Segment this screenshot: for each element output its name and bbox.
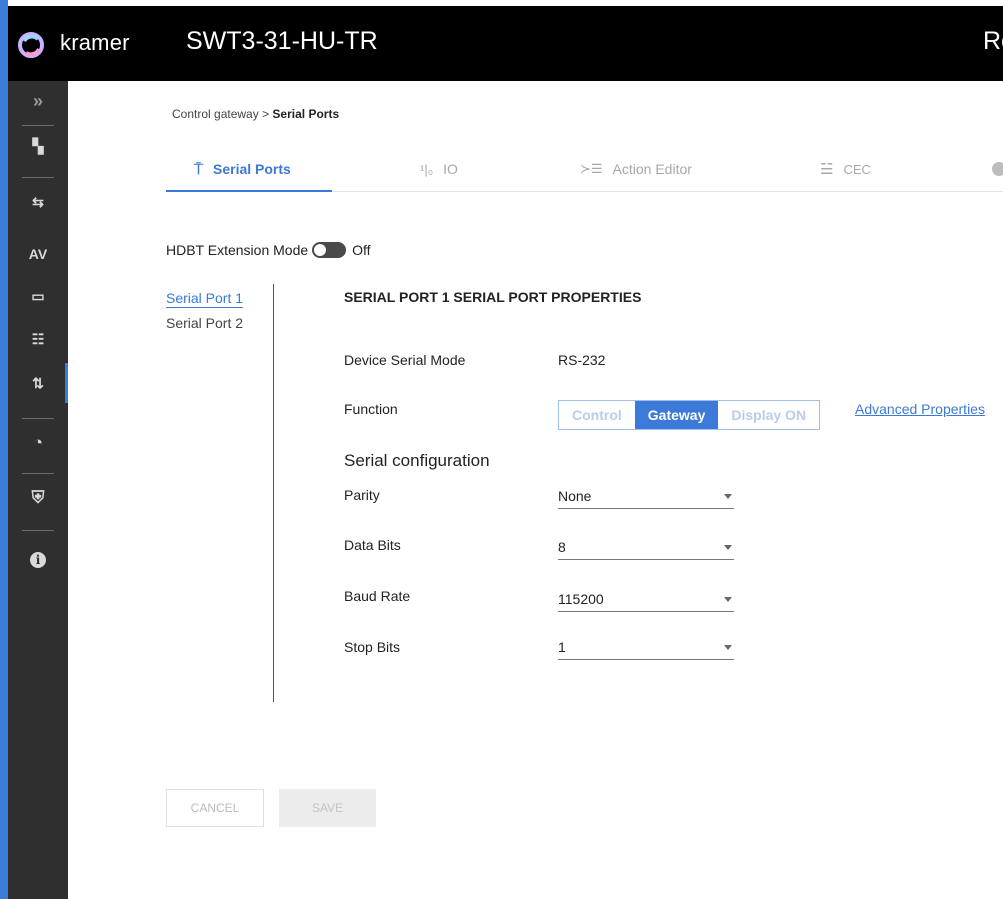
sidebar-divider xyxy=(22,125,54,126)
tab-serial-ports[interactable]: ⍑ Serial Ports xyxy=(194,149,291,189)
header-right-text[interactable]: Re xyxy=(983,27,1003,56)
tab-bar: ⍑ Serial Ports ¹|₀ IO ≻☰ Action Editor ☱… xyxy=(166,149,1003,192)
function-label: Function xyxy=(344,401,398,417)
sidebar-divider xyxy=(22,418,54,419)
control-gateway-icon[interactable]: ⇅ xyxy=(8,365,68,401)
advanced-properties-link[interactable]: Advanced Properties xyxy=(855,401,985,417)
serial-plug-icon: ⍑ xyxy=(194,160,204,178)
port-list-divider xyxy=(273,284,274,702)
breadcrumb-separator: > xyxy=(262,107,270,121)
hdbt-label: HDBT Extension Mode xyxy=(166,242,309,258)
tab-label: Serial Ports xyxy=(213,161,291,177)
sidebar-divider xyxy=(22,530,54,531)
kramer-logo-icon xyxy=(18,32,44,58)
tab-cec[interactable]: ☱ CEC xyxy=(820,149,871,189)
diagnostics-gauge-icon[interactable]: ◔ xyxy=(8,425,68,461)
brand-name: kramer xyxy=(60,30,130,55)
cec-sliders-icon: ☱ xyxy=(820,161,834,178)
port-item-serial-port-2[interactable]: Serial Port 2 xyxy=(166,315,243,331)
tab-action-editor[interactable]: ≻☰ Action Editor xyxy=(580,149,692,189)
edid-icon[interactable]: ▭ xyxy=(8,278,68,314)
toggle-knob xyxy=(313,243,328,257)
sidebar-divider xyxy=(22,473,54,474)
device-name: SWT3-31-HU-TR xyxy=(186,27,378,55)
chevron-down-icon xyxy=(724,494,732,499)
hdbt-extension-mode: HDBT Extension Mode Off xyxy=(166,242,371,258)
serial-port-list: Serial Port 1 Serial Port 2 xyxy=(166,290,244,338)
auto-switch-icon[interactable]: ⇆ xyxy=(8,184,68,220)
tab-label: CEC xyxy=(843,161,871,177)
hdbt-toggle[interactable] xyxy=(312,242,347,258)
parity-value: None xyxy=(558,488,592,504)
stop-bits-select[interactable]: 1 xyxy=(558,637,734,660)
info-icon[interactable]: i xyxy=(8,542,68,578)
parity-label: Parity xyxy=(344,487,380,503)
io-icon: ¹|₀ xyxy=(420,161,434,177)
chevron-down-icon xyxy=(724,597,732,602)
hdbt-state: Off xyxy=(352,242,371,258)
tab-label: IO xyxy=(443,161,458,177)
chevron-down-icon xyxy=(724,645,732,650)
sidebar: » ▚ ⇆ AV ▭ ☷ ⇅ ◔ ⛨ i xyxy=(8,81,68,899)
cancel-button[interactable]: CANCEL xyxy=(166,789,264,827)
save-button[interactable]: SAVE xyxy=(279,789,376,827)
baud-rate-value: 115200 xyxy=(558,591,604,607)
sidebar-divider xyxy=(22,177,54,178)
data-bits-value: 8 xyxy=(558,539,566,555)
parity-select[interactable]: None xyxy=(558,486,734,509)
function-option-control[interactable]: Control xyxy=(559,401,635,429)
expand-chevrons-icon[interactable]: » xyxy=(8,83,68,119)
breadcrumb: Control gateway > Serial Ports xyxy=(172,107,339,121)
tab-io[interactable]: ¹|₀ IO xyxy=(420,149,458,189)
baud-rate-label: Baud Rate xyxy=(344,588,411,604)
device-serial-mode-label: Device Serial Mode xyxy=(344,352,466,368)
function-option-gateway[interactable]: Gateway xyxy=(634,401,719,429)
function-segmented-control: Control Gateway Display ON xyxy=(558,400,821,430)
stop-bits-value: 1 xyxy=(558,639,566,655)
tab-more-partial[interactable] xyxy=(992,149,1003,189)
function-option-display-on[interactable]: Display ON xyxy=(718,401,820,429)
stop-bits-label: Stop Bits xyxy=(344,639,401,655)
chevron-down-icon xyxy=(724,545,732,550)
action-editor-icon: ≻☰ xyxy=(580,161,603,176)
tab-label: Action Editor xyxy=(612,161,692,177)
info-glyph: i xyxy=(30,552,46,568)
serial-configuration-title: Serial configuration xyxy=(344,451,490,470)
settings-list-icon[interactable]: ☷ xyxy=(8,321,68,357)
app-frame xyxy=(0,0,1003,899)
security-shield-icon[interactable]: ⛨ xyxy=(8,480,68,516)
data-bits-select[interactable]: 8 xyxy=(558,537,734,560)
settings-circle-icon xyxy=(992,162,1003,176)
breadcrumb-current: Serial Ports xyxy=(272,107,340,121)
top-bar: kramer SWT3-31-HU-TR Re xyxy=(8,6,1003,81)
data-bits-label: Data Bits xyxy=(344,537,401,553)
baud-rate-select[interactable]: 115200 xyxy=(558,589,734,612)
port-item-serial-port-1[interactable]: Serial Port 1 xyxy=(166,290,244,308)
av-icon[interactable]: AV xyxy=(8,236,68,272)
properties-title: SERIAL PORT 1 SERIAL PORT PROPERTIES xyxy=(344,289,642,305)
active-tab-underline xyxy=(166,190,332,192)
device-serial-mode-value: RS-232 xyxy=(558,352,606,368)
topology-icon[interactable]: ▚ xyxy=(8,128,68,164)
sidebar-active-indicator xyxy=(65,363,68,403)
breadcrumb-parent[interactable]: Control gateway xyxy=(172,107,259,121)
